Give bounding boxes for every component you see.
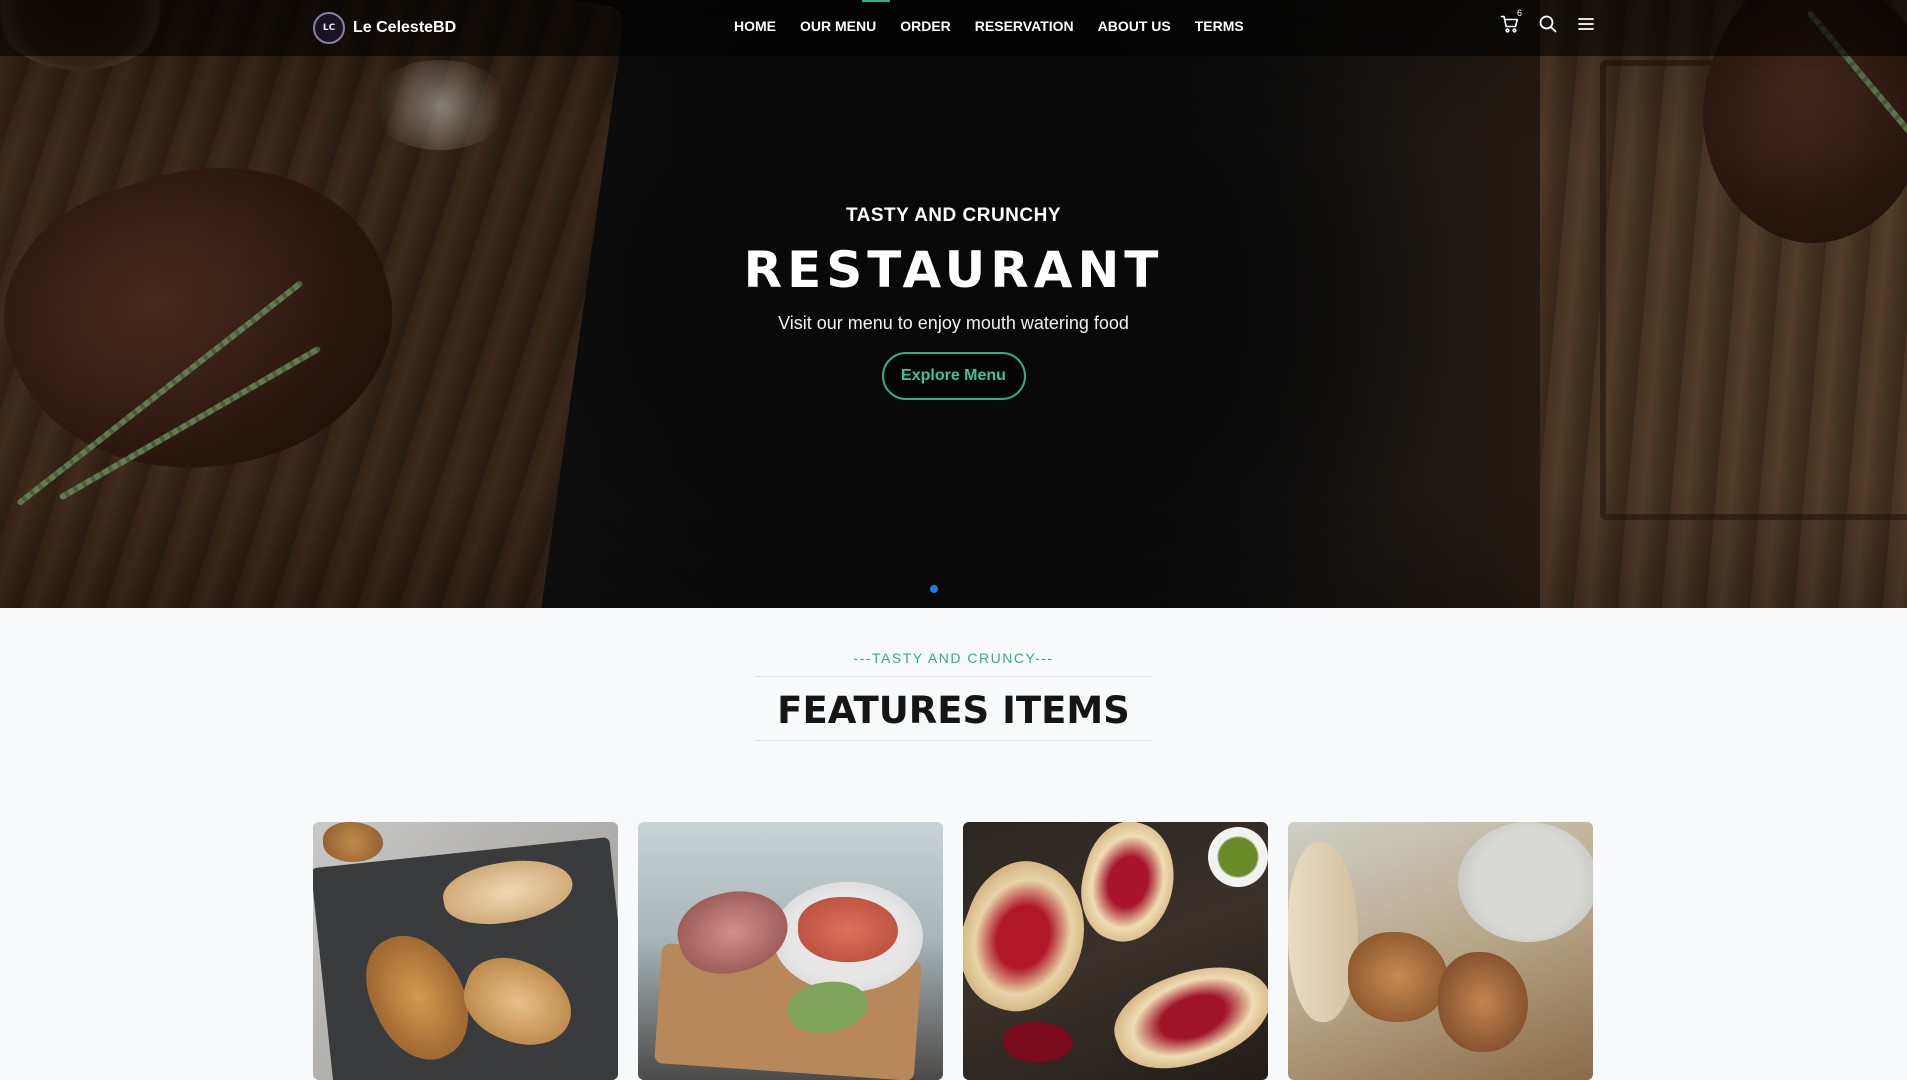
spice-bowl [323,822,383,862]
brand-name: Le CelesteBD [353,19,457,36]
nav-terms[interactable]: TERMS [1195,18,1244,34]
active-nav-indicator [862,0,890,2]
bread-slices [1288,842,1358,1022]
feature-item-card[interactable] [1288,822,1593,1080]
chicken-skewer [1438,952,1528,1052]
features-title: FEATURES ITEMS [777,689,1130,732]
main-nav: HOME OUR MENU ORDER RESERVATION ABOUT US… [734,18,1268,34]
feature-items-grid [313,822,1593,1080]
bowl [1458,822,1593,942]
hero-kicker: TASTY AND CRUNCHY [845,205,1062,226]
nav-our-menu[interactable]: OUR MENU [800,18,876,34]
bruschetta [1102,947,1268,1080]
nav-home[interactable]: HOME [734,18,776,34]
features-kicker: ---TASTY AND CRUNCY--- [853,650,1054,666]
hero-subtitle: Visit our menu to enjoy mouth watering f… [778,313,1129,333]
nav-icons: 6 [1500,8,1596,34]
menu-icon[interactable] [1576,14,1596,34]
pistachio-bowl [1208,827,1268,887]
hero-content: TASTY AND CRUNCHY RESTAURANT Visit our m… [0,205,1907,400]
feature-item-card[interactable] [963,822,1268,1080]
brand-logo[interactable]: LC Le CelesteBD [313,12,456,44]
nav-reservation[interactable]: RESERVATION [975,18,1074,34]
cart-icon[interactable]: 6 [1500,8,1522,34]
cart-count-badge: 6 [1517,8,1523,18]
nav-order[interactable]: ORDER [900,18,951,34]
features-title-box: FEATURES ITEMS [755,676,1152,741]
jam-spoon [1003,1022,1073,1062]
hero-banner: TASTY AND CRUNCHY RESTAURANT Visit our m… [0,0,1907,608]
hero-title: RESTAURANT [743,241,1164,299]
nav-about-us[interactable]: ABOUT US [1098,18,1171,34]
tomato-salad [798,897,898,962]
feature-item-card[interactable] [638,822,943,1080]
top-navbar: LC Le CelesteBD HOME OUR MENU ORDER RESE… [0,0,1907,56]
slider-dot-active[interactable] [930,585,938,593]
features-section-header: ---TASTY AND CRUNCY--- FEATURES ITEMS [0,650,1907,741]
feature-item-card[interactable] [313,822,618,1080]
logo-badge: LC [313,12,345,44]
slider-dots [930,585,938,593]
explore-menu-button[interactable]: Explore Menu [881,352,1026,400]
chicken-skewer [1348,932,1448,1022]
bruschetta [1069,822,1187,952]
search-icon[interactable] [1538,14,1558,34]
